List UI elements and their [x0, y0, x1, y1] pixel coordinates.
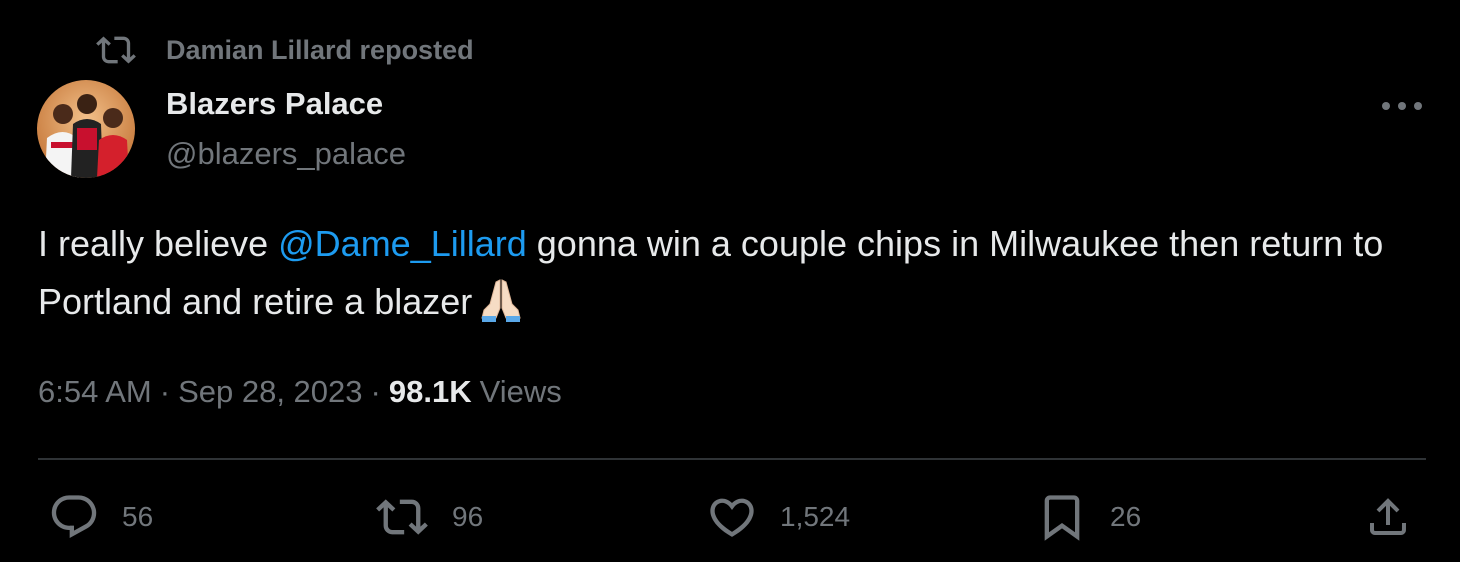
author-name[interactable]: Blazers Palace [166, 82, 383, 126]
tweet-text-start: I really believe [38, 223, 279, 264]
bookmark-count: 26 [1110, 501, 1142, 532]
heart-icon [710, 498, 754, 537]
repost-header[interactable]: Damian Lillard reposted [94, 30, 474, 70]
reply-icon [51, 495, 97, 539]
divider [38, 458, 1426, 460]
tweet-time[interactable]: 6:54 AM [38, 374, 152, 410]
views-count: 98.1K [388, 374, 472, 409]
action-bar: 56 96 1,524 26 [0, 486, 1460, 548]
share-icon [1370, 498, 1406, 535]
reply-count: 56 [122, 501, 154, 532]
meta-separator: · [159, 374, 171, 409]
more-options-button[interactable] [1374, 86, 1430, 126]
repost-label: Damian Lillard reposted [166, 34, 474, 65]
like-button[interactable]: 1,524 [706, 486, 850, 548]
repost-icon [94, 30, 138, 70]
reply-button[interactable]: 56 [48, 486, 153, 548]
repost-button[interactable]: 96 [374, 486, 483, 548]
tweet-meta: 6:54 AM · Sep 28, 2023 · 98.1K Views [38, 370, 562, 414]
bookmark-icon [1044, 495, 1080, 541]
author-handle[interactable]: @blazers_palace [166, 132, 406, 176]
repost-count: 96 [452, 501, 484, 532]
folded-hands-emoji [478, 276, 524, 339]
bookmark-button[interactable]: 26 [1036, 486, 1141, 548]
tweet-date[interactable]: Sep 28, 2023 [178, 374, 362, 410]
tweet-text: I really believe @Dame_Lillard gonna win… [38, 215, 1428, 339]
more-icon [1382, 102, 1422, 110]
meta-separator: · [370, 374, 381, 409]
views-label: Views [479, 374, 562, 409]
avatar[interactable] [37, 80, 135, 178]
mention-link[interactable]: @Dame_Lillard [278, 223, 527, 264]
repost-icon [376, 499, 428, 535]
share-button[interactable] [1364, 486, 1412, 548]
like-count: 1,524 [780, 501, 851, 532]
